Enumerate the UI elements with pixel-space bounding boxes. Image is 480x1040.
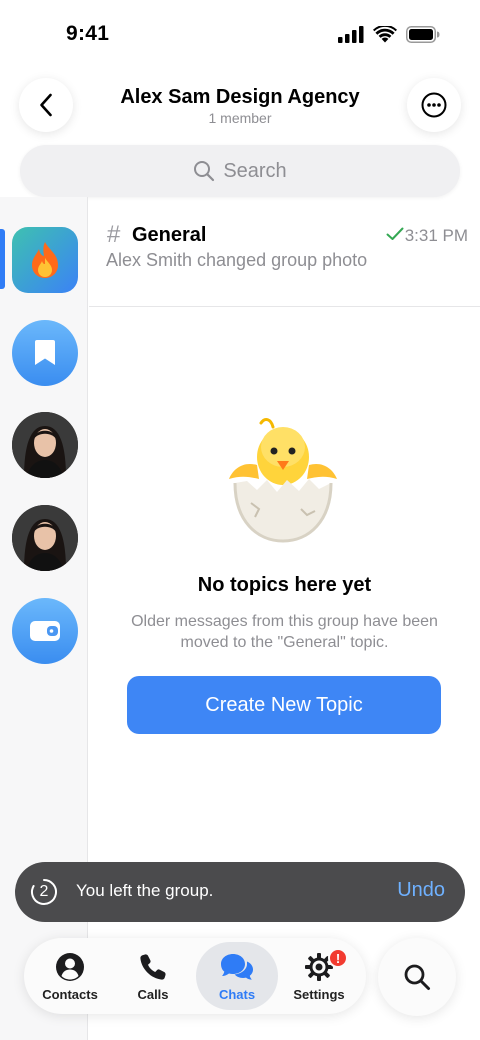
search-icon xyxy=(404,964,430,990)
status-icons xyxy=(338,26,440,43)
tab-label: Settings xyxy=(293,987,345,1002)
tab-label: Chats xyxy=(218,987,256,1002)
more-button[interactable] xyxy=(407,78,461,132)
signal-icon xyxy=(338,26,364,43)
avatar xyxy=(12,412,78,478)
tab-settings[interactable]: ! Settings xyxy=(278,938,360,1014)
wallet-icon xyxy=(30,621,60,641)
rail-item-avatar[interactable] xyxy=(12,412,78,478)
topic-row-general[interactable]: # General 3:31 PM Alex Smith changed gro… xyxy=(89,197,480,307)
status-bar: 9:41 xyxy=(0,0,480,70)
tab-calls[interactable]: Calls xyxy=(112,938,194,1014)
toast-message: You left the group. xyxy=(76,881,214,900)
topic-name: General xyxy=(132,224,207,246)
hash-icon: # xyxy=(107,221,121,248)
tab-chats[interactable]: Chats xyxy=(196,942,278,1010)
rail-selected-indicator xyxy=(0,229,5,289)
person-circle-icon xyxy=(56,953,84,981)
tab-bar: Contacts Calls Chats ! Settings xyxy=(24,938,366,1014)
more-icon xyxy=(421,92,447,118)
tab-label: Contacts xyxy=(42,987,98,1002)
check-icon xyxy=(386,227,404,240)
rail-item-group-fire[interactable] xyxy=(12,227,78,293)
battery-icon xyxy=(406,26,440,43)
wifi-icon xyxy=(373,26,397,43)
chat-header: Alex Sam Design Agency 1 member xyxy=(0,70,480,140)
undo-toast: 2 You left the group. Undo xyxy=(15,862,465,922)
search-bar[interactable]: Search xyxy=(20,145,460,197)
create-topic-button[interactable]: Create New Topic xyxy=(127,676,441,734)
search-placeholder: Search xyxy=(223,159,287,182)
chat-bubbles-icon xyxy=(221,954,253,980)
hatching-chick-icon xyxy=(229,418,337,543)
undo-button[interactable]: Undo xyxy=(397,879,445,902)
rail-item-wallet[interactable] xyxy=(12,598,78,664)
phone-icon xyxy=(140,954,166,980)
empty-state-title: No topics here yet xyxy=(197,574,372,596)
countdown-number: 2 xyxy=(39,883,49,900)
settings-badge: ! xyxy=(328,948,348,968)
fire-icon xyxy=(32,242,58,278)
topic-preview: Alex Smith changed group photo xyxy=(106,250,368,270)
tab-contacts[interactable]: Contacts xyxy=(29,938,111,1014)
bookmark-icon xyxy=(35,340,55,365)
avatar xyxy=(12,505,78,571)
rail-item-avatar[interactable] xyxy=(12,505,78,571)
search-icon xyxy=(194,161,215,182)
topic-time: 3:31 PM xyxy=(404,226,468,245)
tab-label: Calls xyxy=(137,987,169,1002)
empty-state-description: Older messages from this group have been… xyxy=(131,613,438,651)
search-button[interactable] xyxy=(378,938,456,1016)
status-time: 9:41 xyxy=(66,22,110,45)
rail-item-saved-messages[interactable] xyxy=(12,320,78,386)
